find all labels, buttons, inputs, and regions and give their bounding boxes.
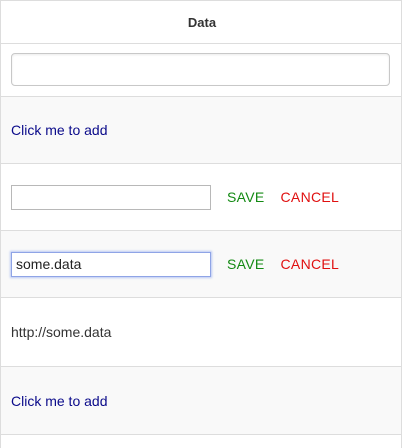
save-button[interactable]: SAVE (227, 256, 265, 272)
filter-input[interactable] (11, 53, 390, 86)
cancel-button[interactable]: CANCEL (281, 256, 340, 272)
table-row: http://some.data (1, 298, 402, 367)
table-row: SAVE CANCEL (1, 231, 402, 298)
data-edit-input[interactable] (11, 251, 211, 277)
table-row: Click me to add (1, 367, 402, 435)
table-row: SAVE CANCEL (1, 164, 402, 231)
add-link[interactable]: Click me to add (11, 122, 107, 138)
data-grid: Data Click me to add SAVE CANCEL SAVE CA… (0, 0, 402, 448)
filter-row (1, 44, 402, 97)
column-header-data[interactable]: Data (1, 0, 402, 44)
save-button[interactable]: SAVE (227, 189, 265, 205)
cancel-button[interactable]: CANCEL (281, 189, 340, 205)
column-header-label: Data (187, 14, 217, 30)
table-row: Click me to add (1, 97, 402, 164)
add-link[interactable]: Click me to add (11, 393, 107, 409)
data-edit-input[interactable] (11, 184, 211, 210)
data-value[interactable]: http://some.data (11, 324, 111, 340)
